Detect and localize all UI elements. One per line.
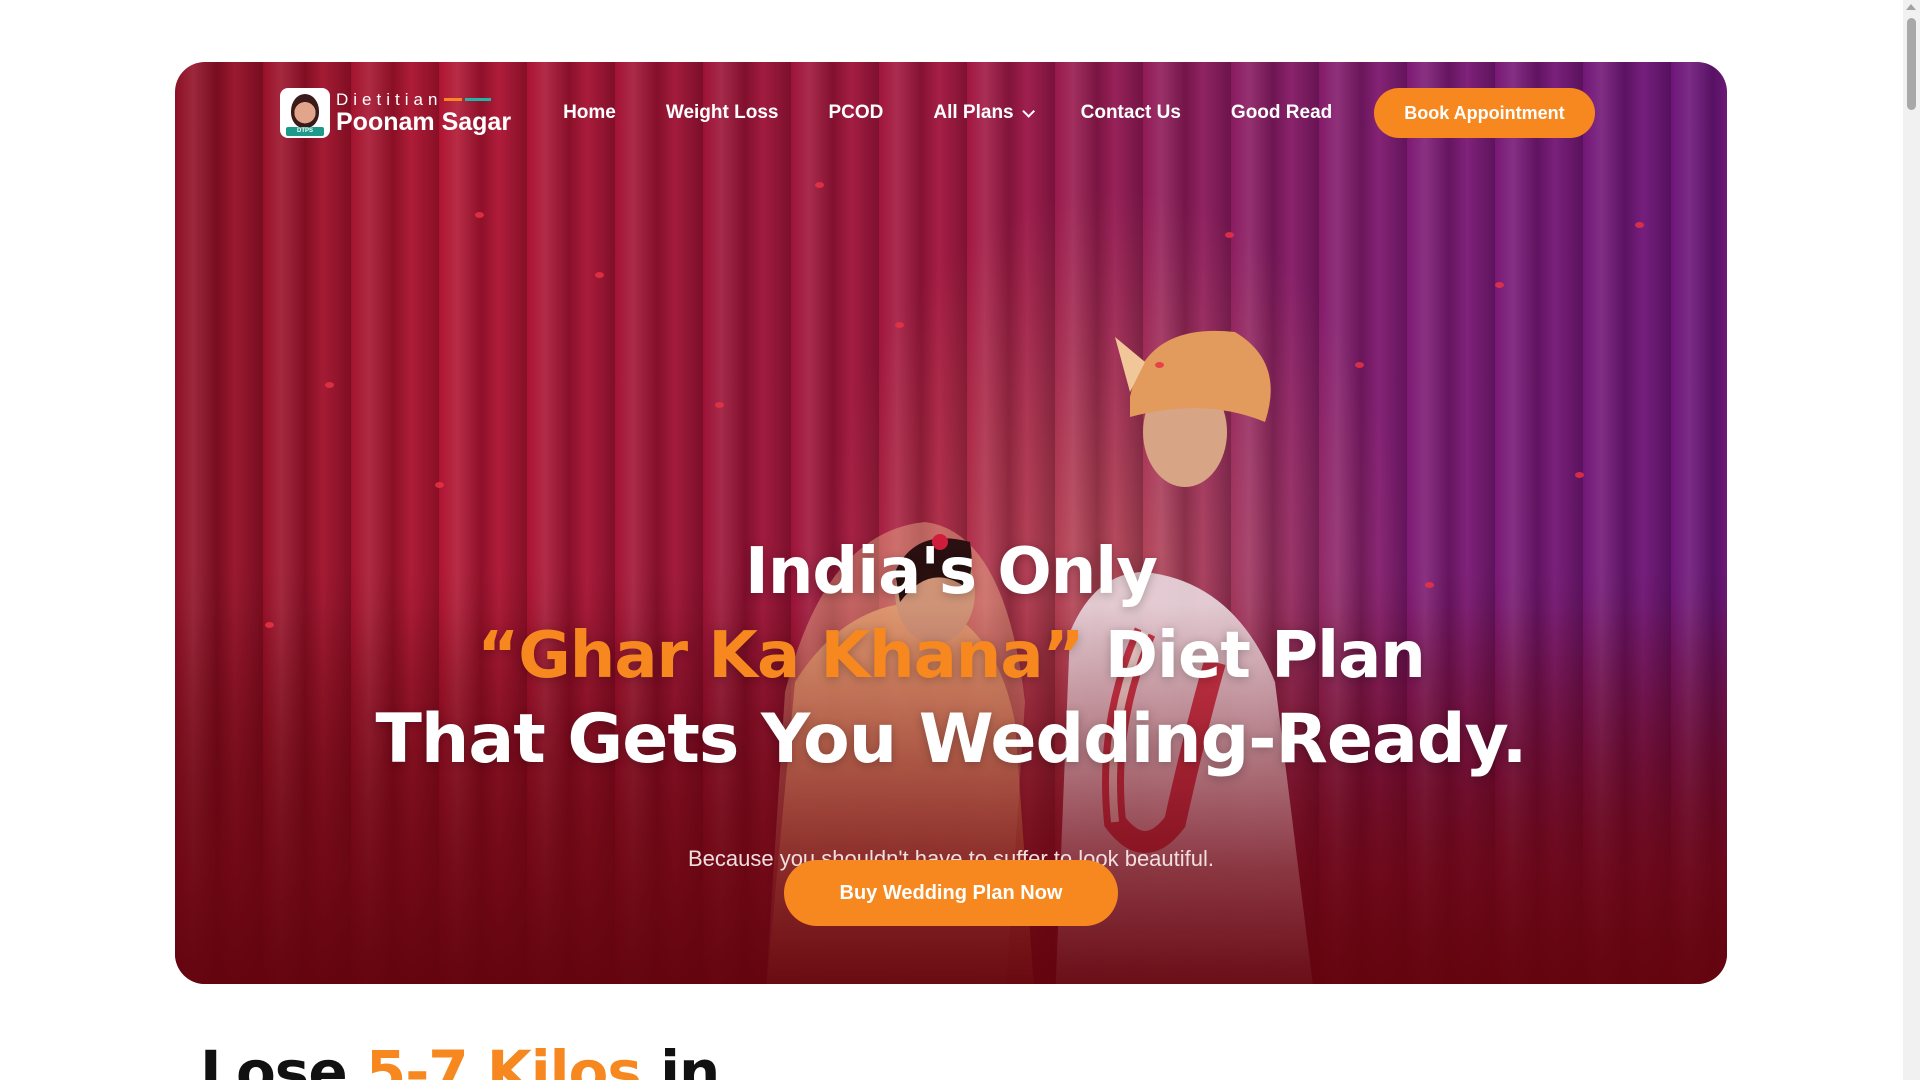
nav-good-read[interactable]: Good Read xyxy=(1231,102,1332,124)
headline-line-2-rest: Diet Plan xyxy=(1083,619,1426,693)
scroll-thumb[interactable] xyxy=(1907,18,1916,110)
headline-line-1: India's Only xyxy=(745,535,1158,609)
nav-all-plans-label: All Plans xyxy=(933,102,1014,123)
hero-banner: DTPS Dietitian Poonam Sagar Home Weight … xyxy=(175,62,1727,984)
chevron-down-icon xyxy=(1021,104,1035,118)
nav-links: Home Weight Loss PCOD All Plans Contact … xyxy=(563,88,1595,138)
nav-all-plans[interactable]: All Plans xyxy=(933,102,1035,124)
nav-home[interactable]: Home xyxy=(563,102,616,124)
petal xyxy=(435,482,444,488)
buy-wedding-plan-button[interactable]: Buy Wedding Plan Now xyxy=(784,860,1118,926)
section-heading-suffix: in xyxy=(640,1038,720,1080)
book-appointment-button[interactable]: Book Appointment xyxy=(1374,88,1595,138)
headline-line-2: “Ghar Ka Khana” Diet Plan xyxy=(175,614,1727,698)
petal xyxy=(475,212,484,218)
logo-subtitle: Dietitian xyxy=(336,91,511,108)
petal xyxy=(1355,362,1364,368)
petal xyxy=(715,402,724,408)
logo-badge-text: DTPS xyxy=(286,127,324,136)
petal xyxy=(895,322,904,328)
petal xyxy=(1495,282,1504,288)
petal xyxy=(1155,362,1164,368)
petal xyxy=(1575,472,1584,478)
logo-portrait-icon: DTPS xyxy=(280,88,330,138)
section-heading-highlight: 5-7 Kilos xyxy=(365,1038,642,1080)
petal xyxy=(1635,222,1644,228)
petal xyxy=(1225,232,1234,238)
headline-highlight: “Ghar Ka Khana” xyxy=(477,619,1084,693)
nav-pcod[interactable]: PCOD xyxy=(828,102,883,124)
nav-contact-us[interactable]: Contact Us xyxy=(1081,102,1181,124)
page-scrollbar[interactable] xyxy=(1903,0,1920,1080)
headline-line-3: That Gets You Wedding-Ready. xyxy=(375,700,1528,779)
section-heading: Lose 5-7 Kilos in xyxy=(200,1038,720,1080)
hero-headline: India's Only “Ghar Ka Khana” Diet Plan T… xyxy=(175,530,1727,782)
section-heading-prefix: Lose xyxy=(200,1038,366,1080)
petal xyxy=(595,272,604,278)
petal xyxy=(325,382,334,388)
scroll-up-arrow-icon[interactable] xyxy=(1906,4,1916,10)
logo-name: Poonam Sagar xyxy=(336,108,512,136)
petal xyxy=(815,182,824,188)
top-navigation: DTPS Dietitian Poonam Sagar Home Weight … xyxy=(280,86,1627,140)
brand-logo[interactable]: DTPS Dietitian Poonam Sagar xyxy=(280,88,511,138)
nav-weight-loss[interactable]: Weight Loss xyxy=(666,102,779,124)
